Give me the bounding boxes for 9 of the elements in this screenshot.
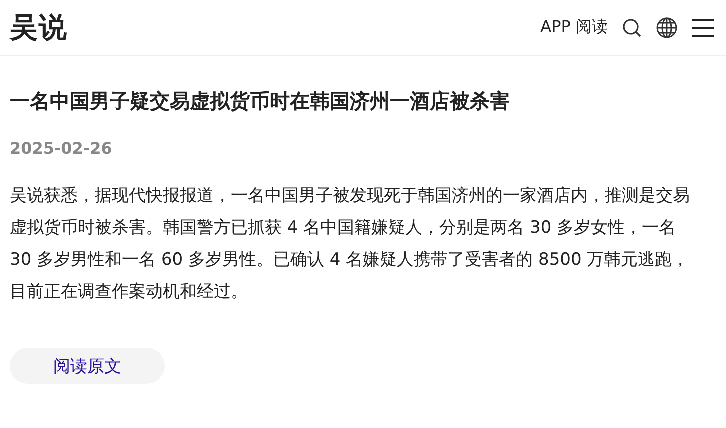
article-title: 一名中国男子疑交易虚拟货币时在韩国济州一酒店被杀害: [10, 88, 511, 115]
app-link[interactable]: APP 阅读: [540, 17, 608, 38]
article-date: 2025-02-26: [10, 139, 114, 158]
globe-icon[interactable]: [656, 16, 678, 38]
article-body: 吴说获悉，据现代快报报道，一名中国男子被发现死于韩国济州的一家酒店内，推测是交易虚拟货币时被杀害。韩国警方已抓获 4 名中国籍嫌疑人，分别是两名 30 多岁女性，一名 30 多岁男性和一名 60 多岁男性。已确认 4 名嫌疑人携带了受害者的 8500 万韩元逃跑，目前正在调查作案动机和经过。: [10, 185, 691, 304]
search-icon[interactable]: [622, 18, 642, 38]
menu-icon[interactable]: [692, 18, 714, 36]
read-original-button[interactable]: 阅读原文: [10, 348, 165, 384]
site-logo[interactable]: 吴说: [10, 8, 68, 46]
